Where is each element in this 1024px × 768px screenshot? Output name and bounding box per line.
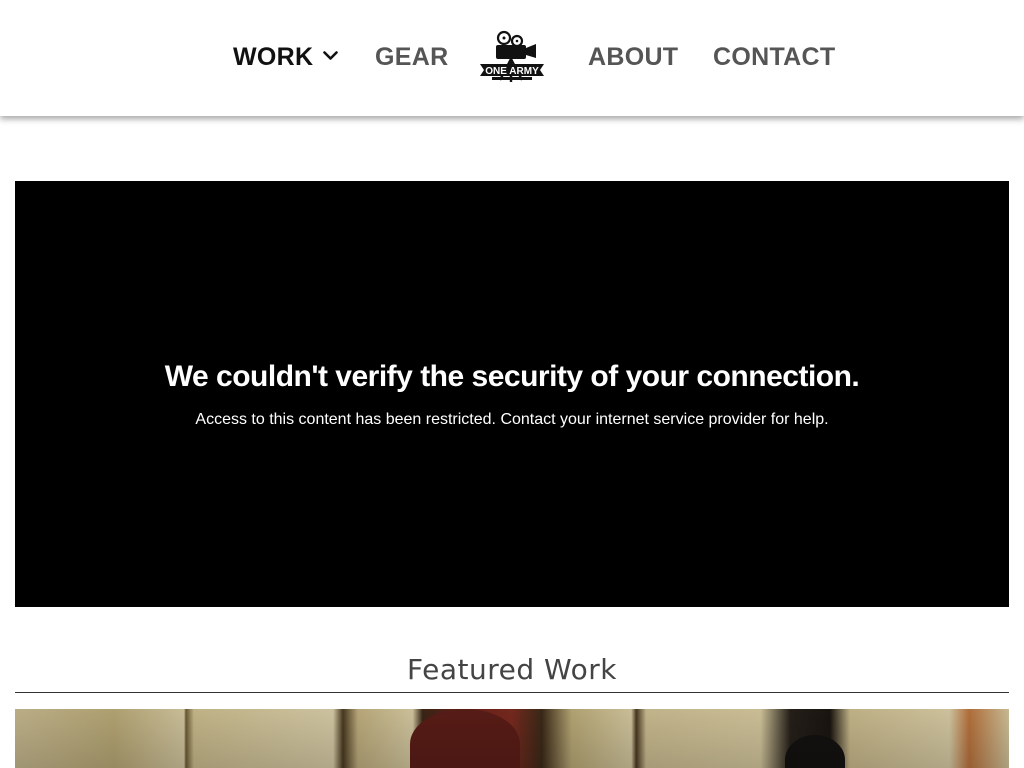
nav-contact-link[interactable]: CONTACT bbox=[713, 42, 835, 72]
nav-gear-link[interactable]: GEAR bbox=[375, 42, 448, 72]
site-logo[interactable]: ONE ARMY bbox=[476, 28, 548, 86]
nav-work-link[interactable]: WORK bbox=[233, 42, 339, 72]
nav-work-label: WORK bbox=[233, 43, 314, 71]
restricted-title: We couldn't verify the security of your … bbox=[164, 360, 860, 393]
video-embed-restricted[interactable]: We couldn't verify the security of your … bbox=[15, 181, 1009, 607]
thumbnail-shade bbox=[15, 709, 1009, 768]
film-camera-logo-icon: ONE ARMY bbox=[480, 30, 544, 82]
site-header: WORK GEAR ONE ARMY ABOUT CONTACT bbox=[0, 0, 1024, 116]
chevron-down-icon bbox=[323, 51, 339, 61]
logo-text: ONE ARMY bbox=[485, 66, 539, 77]
nav-about-link[interactable]: ABOUT bbox=[588, 42, 678, 72]
restricted-message: Access to this content has been restrict… bbox=[195, 411, 829, 428]
featured-work-heading: Featured Work bbox=[407, 653, 617, 686]
featured-work-thumbnail[interactable] bbox=[15, 709, 1009, 768]
section-divider bbox=[15, 692, 1009, 693]
